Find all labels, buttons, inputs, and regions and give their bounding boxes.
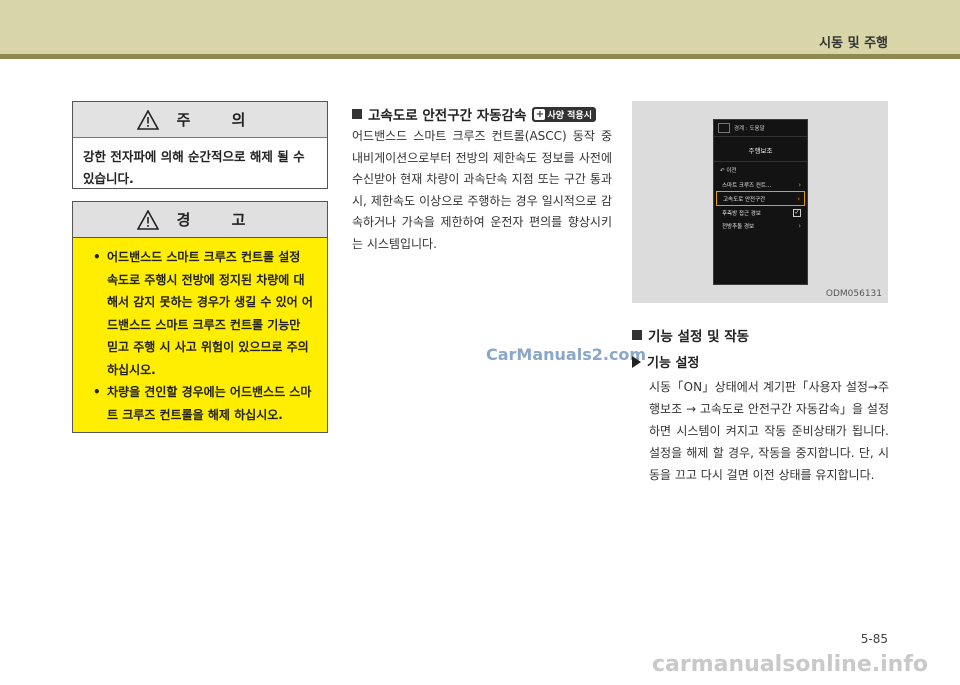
- function-subheading: 기능 설정: [632, 352, 699, 371]
- warning-item: 어드밴스드 스마트 크루즈 컨트롤 설정 속도로 주행시 전방에 정지된 차량에…: [93, 246, 315, 381]
- section-heading: 고속도로 안전구간 자동감속 + 사양 적용시: [352, 104, 596, 124]
- chevron-right-icon: ›: [797, 194, 800, 203]
- watermark: CarManuals2.com: [486, 345, 647, 364]
- screen-back-label: 이전: [726, 168, 737, 174]
- square-bullet-icon: [352, 109, 362, 119]
- option-badge: + 사양 적용시: [532, 106, 596, 122]
- caution-header: 주 의: [73, 102, 327, 138]
- header-line: [0, 54, 960, 59]
- triangle-right-icon: [632, 355, 641, 368]
- footer-watermark: carmanualsonline.info: [652, 652, 928, 677]
- header-band: [0, 0, 960, 54]
- caution-title: 주 의: [176, 111, 264, 129]
- plus-icon: +: [534, 108, 546, 120]
- checkbox-icon: ✓: [793, 208, 801, 217]
- square-bullet-icon: [632, 330, 642, 340]
- screen-menu-item: 후측방 접근 경보 ✓: [716, 206, 805, 219]
- image-code: ODM056131: [825, 289, 882, 299]
- warning-triangle-icon: [136, 209, 159, 230]
- caution-box: 주 의 강한 전자파에 의해 순간적으로 해제 될 수 있습니다.: [72, 101, 328, 189]
- screen-menu-item: 전방추돌 경보 ›: [716, 219, 805, 232]
- screen-menu-label: 후측방 접근 경보: [722, 210, 761, 217]
- screen-menu-item-selected: 고속도로 안전구간 ›: [716, 191, 805, 206]
- screen-top-label: 경계 : 도움말: [734, 126, 765, 132]
- screen-title: 주행보조: [714, 137, 807, 162]
- chevron-right-icon: ›: [798, 180, 801, 189]
- function-title: 기능 설정 및 작동: [648, 329, 750, 345]
- screen-menu-label: 전방추돌 경보: [722, 223, 755, 230]
- screen-top-bar: 경계 : 도움말: [714, 120, 807, 137]
- warning-header: 경 고: [73, 202, 327, 238]
- badge-label: 사양 적용시: [547, 110, 592, 121]
- cluster-screen-image: 경계 : 도움말 주행보조 ↶ 이전 스마트 크루즈 컨트... › 고속도로 …: [632, 101, 888, 303]
- warning-list: 어드밴스드 스마트 크루즈 컨트롤 설정 속도로 주행시 전방에 정지된 차량에…: [73, 238, 327, 426]
- function-text: 시동「ON」상태에서 계기판「사용자 설정→주행보조 → 고속도로 안전구간 자…: [649, 380, 889, 482]
- screen-box-icon: [718, 123, 730, 133]
- warning-triangle-icon: [136, 109, 159, 130]
- screen-menu-label: 스마트 크루즈 컨트...: [722, 182, 772, 189]
- warning-box: 경 고 어드밴스드 스마트 크루즈 컨트롤 설정 속도로 주행시 전방에 정지된…: [72, 201, 328, 433]
- chevron-right-icon: ›: [798, 221, 801, 230]
- warning-title: 경 고: [176, 211, 264, 229]
- cluster-display: 경계 : 도움말 주행보조 ↶ 이전 스마트 크루즈 컨트... › 고속도로 …: [713, 119, 808, 285]
- function-heading: 기능 설정 및 작동: [632, 325, 749, 345]
- caution-text: 강한 전자파에 의해 순간적으로 해제 될 수 있습니다.: [83, 149, 305, 186]
- function-subtitle: 기능 설정: [647, 356, 700, 371]
- screen-menu-label: 고속도로 안전구간: [723, 196, 766, 203]
- warning-item: 차량을 견인할 경우에는 어드밴스드 스마트 크루즈 컨트롤을 해제 하십시오.: [93, 381, 315, 426]
- chapter-title: 시동 및 주행: [819, 36, 888, 51]
- screen-back: ↶ 이전: [714, 162, 807, 178]
- section-title: 고속도로 안전구간 자동감속: [368, 108, 527, 124]
- section-intro: 어드밴스드 스마트 크루즈 컨트롤(ASCC) 동작 중 내비게이션으로부터 전…: [352, 129, 612, 251]
- page-number: 5-85: [860, 632, 888, 646]
- screen-menu-item: 스마트 크루즈 컨트... ›: [716, 178, 805, 191]
